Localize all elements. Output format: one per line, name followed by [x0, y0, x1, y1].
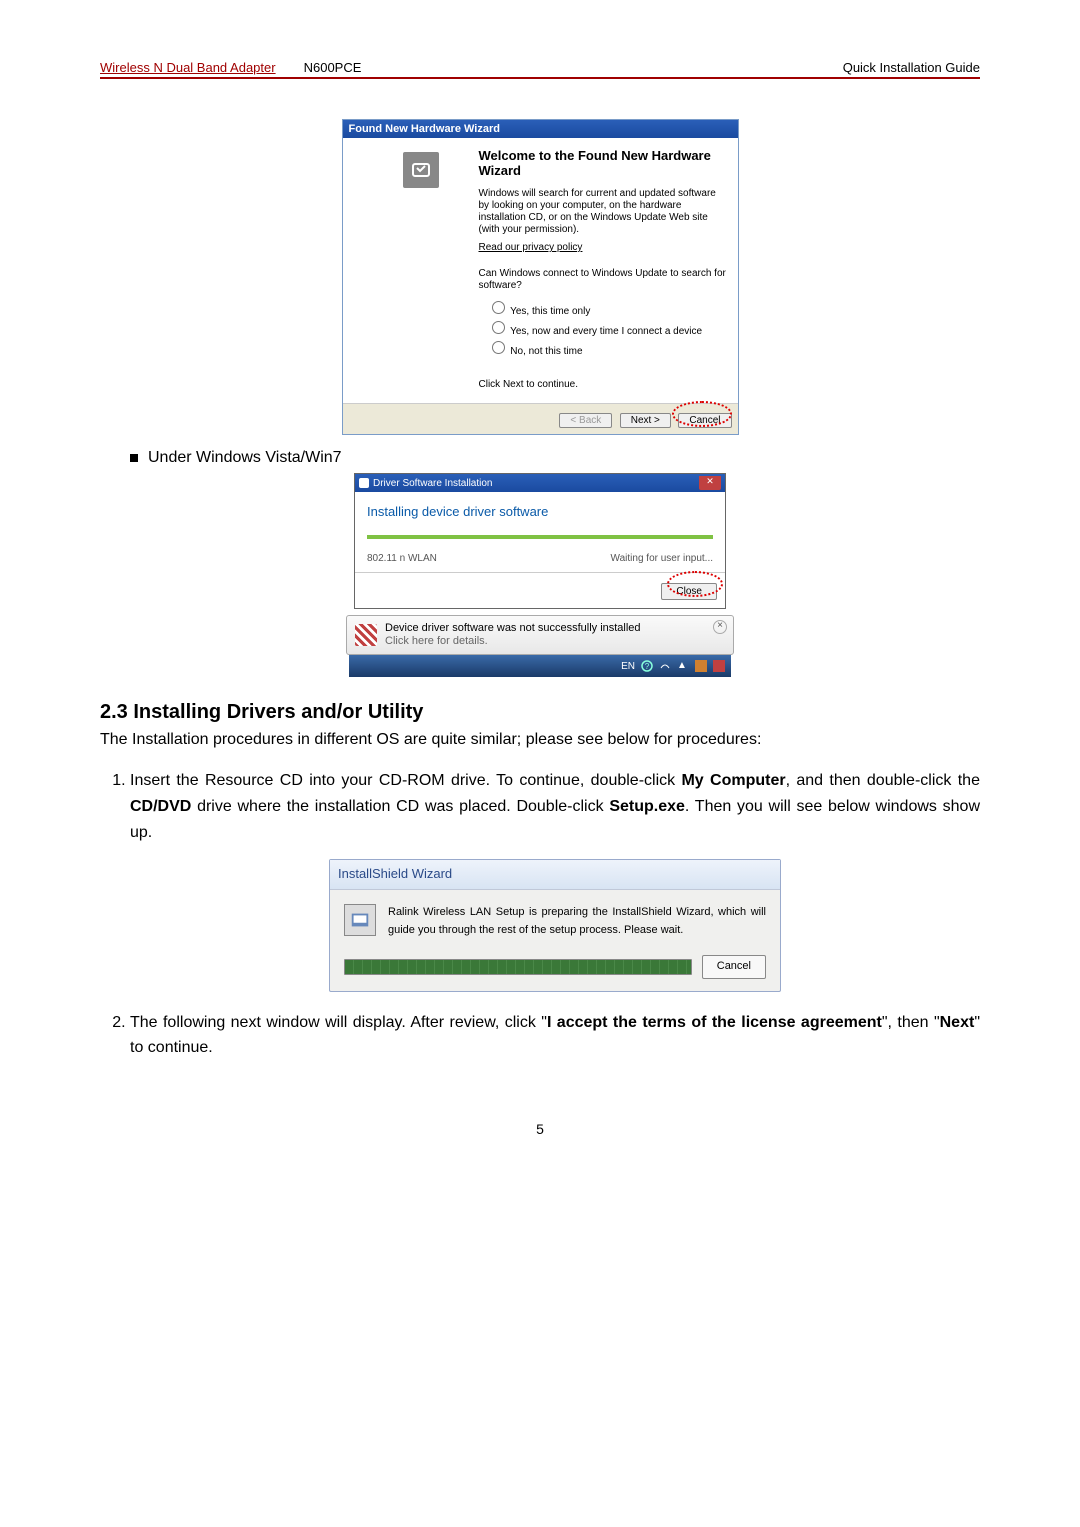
step-2: The following next window will display. … — [130, 1010, 980, 1061]
radio-yes-always[interactable]: Yes, now and every time I connect a devi… — [487, 318, 728, 337]
xp-wizard-heading: Welcome to the Found New Hardware Wizard — [479, 148, 728, 178]
vista-driver-dialog: Driver Software Installation ✕ Installin… — [354, 473, 726, 609]
header-guide: Quick Installation Guide — [843, 60, 980, 75]
vista-device-label: 802.11 n WLAN — [367, 553, 437, 564]
cancel-button[interactable]: Cancel — [678, 413, 731, 428]
help-tray-icon[interactable]: ? — [641, 660, 653, 672]
xp-wizard-continue-hint: Click Next to continue. — [479, 379, 728, 391]
tray-icon[interactable] — [695, 660, 707, 672]
hardware-wizard-icon — [403, 152, 439, 188]
section-2-3-intro: The Installation procedures in different… — [100, 728, 980, 752]
xp-wizard-question: Can Windows connect to Windows Update to… — [479, 268, 728, 292]
page-number: 5 — [100, 1121, 980, 1137]
installshield-cancel-button[interactable]: Cancel — [702, 955, 766, 979]
privacy-policy-link[interactable]: Read our privacy policy — [479, 242, 583, 253]
toast-close-button[interactable]: × — [713, 620, 727, 634]
taskbar: EN ? ▲ — [349, 655, 731, 677]
vista-dialog-icon — [359, 478, 369, 488]
bullet-vista-win7: Under Windows Vista/Win7 — [130, 449, 980, 467]
xp-wizard-dialog: Found New Hardware Wizard Welcome to the… — [342, 119, 739, 435]
language-indicator[interactable]: EN — [621, 661, 635, 672]
header-model: N600PCE — [304, 60, 362, 75]
wireless-tray-icon[interactable] — [659, 660, 671, 672]
installshield-setup-icon — [344, 904, 376, 936]
installshield-progress-bar — [344, 959, 692, 975]
vista-titlebar[interactable]: Driver Software Installation ✕ — [355, 474, 725, 492]
close-button[interactable]: ✕ — [699, 476, 721, 490]
svg-text:?: ? — [645, 662, 650, 671]
toast-title: Device driver software was not successfu… — [385, 622, 641, 634]
toast-subtitle: Click here for details. — [385, 635, 488, 647]
radio-no[interactable]: No, not this time — [487, 338, 728, 357]
arrow-up-tray-icon[interactable]: ▲ — [677, 660, 689, 672]
error-icon — [355, 624, 377, 646]
vista-heading: Installing device driver software — [367, 504, 713, 519]
installshield-body-text: Ralink Wireless LAN Setup is preparing t… — [388, 904, 766, 939]
vista-progress-bar — [367, 535, 713, 539]
section-2-3-heading: 2.3 Installing Drivers and/or Utility — [100, 701, 980, 724]
flag-tray-icon[interactable] — [713, 660, 725, 672]
step-1: Insert the Resource CD into your CD-ROM … — [130, 768, 980, 991]
back-button: < Back — [559, 413, 612, 428]
next-button[interactable]: Next > — [620, 413, 671, 428]
radio-yes-once[interactable]: Yes, this time only — [487, 298, 728, 317]
xp-wizard-titlebar[interactable]: Found New Hardware Wizard — [343, 120, 738, 138]
vista-close-button[interactable]: Close — [661, 583, 717, 600]
installshield-titlebar[interactable]: InstallShield Wizard — [330, 860, 780, 890]
square-bullet-icon — [130, 454, 138, 462]
xp-wizard-desc: Windows will search for current and upda… — [479, 188, 728, 236]
header-product: Wireless N Dual Band Adapter — [100, 60, 276, 75]
xp-wizard-sidebar — [343, 138, 473, 403]
installshield-dialog: InstallShield Wizard Ralink Wireless LAN… — [329, 859, 781, 992]
driver-install-failed-toast[interactable]: Device driver software was not successfu… — [346, 615, 734, 655]
page-header: Wireless N Dual Band Adapter N600PCE Qui… — [100, 60, 980, 79]
vista-status-label: Waiting for user input... — [611, 553, 713, 564]
